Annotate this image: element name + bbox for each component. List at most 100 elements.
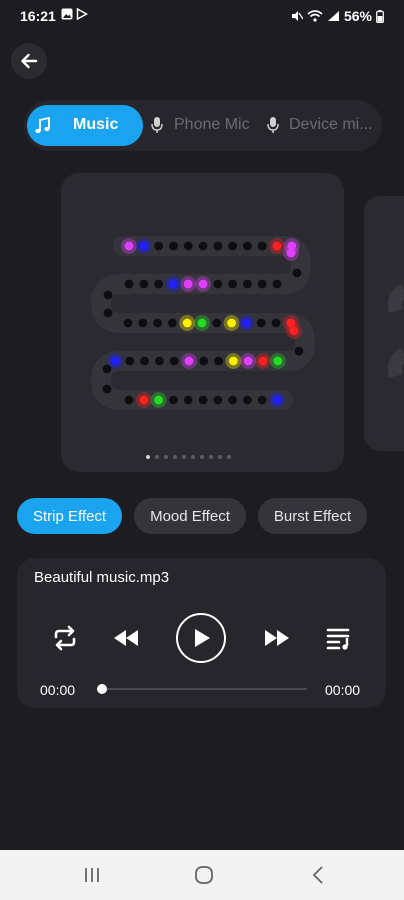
led-dot [155, 356, 164, 366]
led-dot [140, 356, 149, 366]
page-dot [218, 455, 222, 459]
arrow-left-icon [21, 53, 38, 69]
status-right-icons: 56% [291, 8, 384, 24]
led-dot [242, 318, 251, 328]
mute-icon [291, 11, 303, 21]
led-dot [292, 268, 302, 278]
led-dot [154, 279, 163, 289]
led-dot [243, 241, 252, 251]
next-preview-strip [388, 284, 404, 378]
repeat-button[interactable] [50, 623, 80, 653]
back-button[interactable] [11, 43, 47, 79]
gallery-icon [61, 8, 73, 20]
led-dot [183, 395, 193, 405]
led-dot [256, 318, 266, 328]
led-dot [139, 241, 149, 251]
track-title: Beautiful music.mp3 [34, 569, 170, 586]
tab-music-label: Music [73, 116, 119, 133]
led-dot [153, 318, 162, 328]
led-dot [169, 279, 178, 289]
rewind-button[interactable] [111, 623, 141, 653]
led-dot [102, 384, 112, 394]
tab-phone-mic[interactable]: Phone Mic [150, 105, 262, 146]
led-dot [228, 395, 238, 405]
page-dot [164, 455, 168, 459]
wifi-icon [307, 10, 323, 22]
led-dot [124, 279, 134, 289]
page-dot [191, 455, 195, 459]
led-dot [273, 356, 283, 366]
led-dot [198, 395, 208, 405]
page-dot [209, 455, 213, 459]
led-dot [228, 279, 238, 289]
strip-effect-chip[interactable]: Strip Effect [17, 498, 123, 534]
music-note-icon [35, 117, 50, 134]
led-dot [125, 356, 135, 366]
led-dot [258, 356, 268, 366]
fast-forward-icon [265, 630, 289, 646]
led-dot [197, 318, 207, 328]
tab-device-mic[interactable]: Device mi... [266, 105, 378, 146]
led-dot [257, 395, 267, 405]
page-dot [155, 455, 159, 459]
status-bar: 16:21 56% [0, 0, 404, 32]
led-dot [271, 318, 281, 328]
fast-forward-button[interactable] [262, 623, 292, 653]
page-dot [182, 455, 186, 459]
led-dot [124, 241, 134, 251]
playlist-button[interactable] [325, 623, 355, 653]
page-dot [227, 455, 231, 459]
page-dot [173, 455, 177, 459]
play-button[interactable] [176, 613, 226, 663]
led-dot [198, 279, 208, 289]
back-nav-button[interactable] [303, 864, 333, 886]
effect-preview-card[interactable] [61, 173, 344, 472]
microphone-icon [267, 117, 279, 133]
led-dot [199, 356, 209, 366]
progress-knob[interactable] [97, 684, 107, 694]
home-button[interactable] [189, 864, 219, 886]
led-dot [184, 356, 194, 366]
home-icon [195, 866, 213, 884]
led-dot [272, 241, 282, 251]
led-dot [257, 241, 267, 251]
led-dot [214, 356, 224, 366]
led-dot [228, 241, 238, 251]
status-time: 16:21 [20, 8, 56, 24]
status-left-icons [61, 8, 88, 20]
mood-effect-chip[interactable]: Mood Effect [134, 498, 246, 534]
microphone-icon [151, 117, 163, 133]
chevron-left-icon [312, 866, 323, 884]
play-icon [195, 629, 210, 647]
tab-device-mic-label: Device mi... [289, 116, 373, 133]
battery-percentage: 56% [343, 8, 372, 24]
signal-icon [327, 11, 339, 21]
play-store-icon [76, 8, 88, 20]
next-preview-card[interactable] [364, 196, 404, 451]
total-time: 00:00 [325, 682, 361, 698]
led-dot [183, 241, 193, 251]
tab-phone-mic-label: Phone Mic [174, 116, 250, 133]
led-dot [110, 356, 120, 366]
progress-slider[interactable] [97, 684, 307, 694]
led-dot [123, 318, 133, 328]
recent-apps-button[interactable] [77, 864, 107, 886]
music-player: Beautiful music.mp3 00:00 00:00 [17, 558, 386, 708]
led-dot [243, 395, 252, 405]
rewind-icon [114, 630, 138, 646]
led-dot [289, 326, 299, 336]
led-dot [294, 346, 304, 356]
led-dot [213, 241, 223, 251]
led-dot [213, 279, 223, 289]
tab-music[interactable]: Music [27, 105, 143, 146]
battery-icon [376, 9, 384, 23]
led-dot [213, 395, 223, 405]
led-strip-preview [90, 236, 316, 410]
repeat-icon [54, 625, 76, 651]
burst-effect-chip[interactable]: Burst Effect [257, 498, 368, 534]
page-dot [200, 455, 204, 459]
led-dot [229, 356, 238, 366]
led-dot [272, 395, 282, 405]
recent-apps-icon [85, 868, 99, 882]
led-dot [243, 356, 253, 366]
